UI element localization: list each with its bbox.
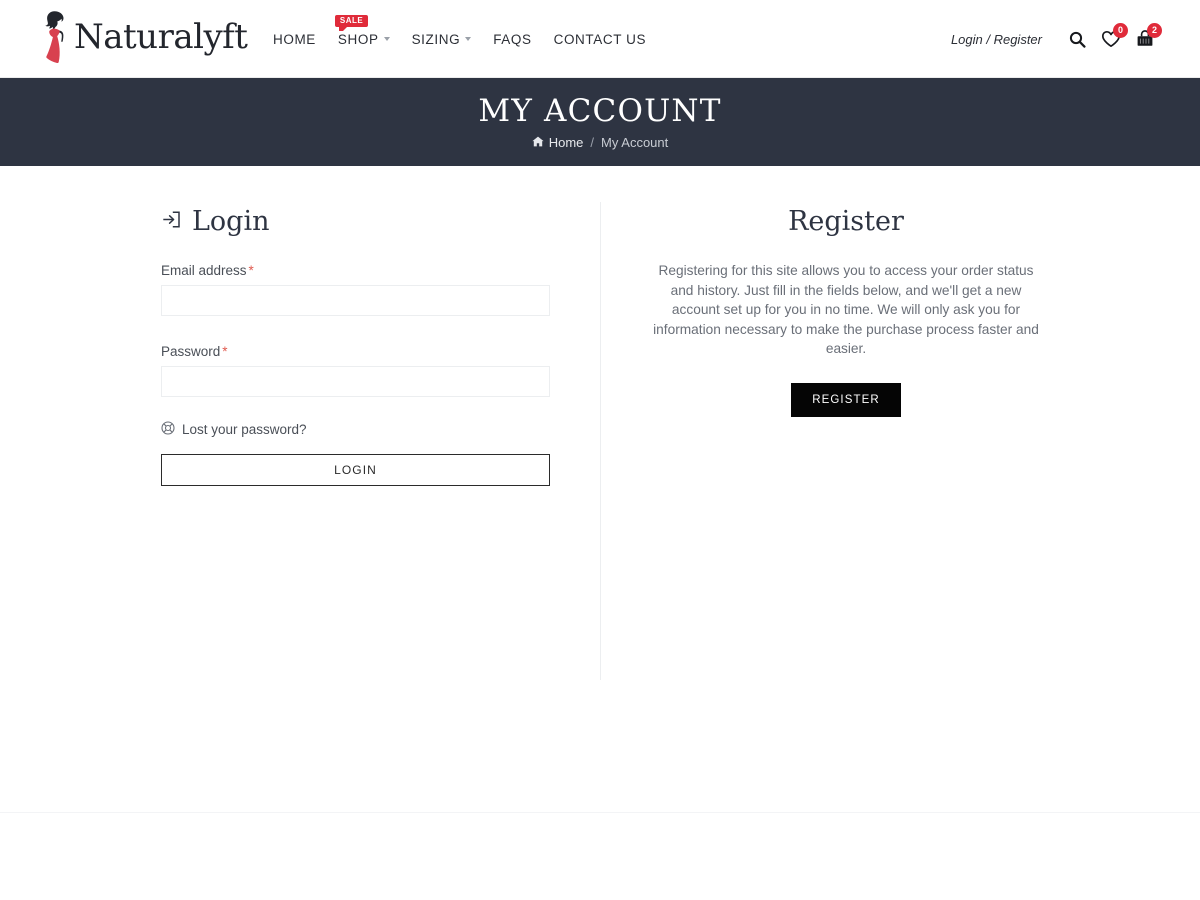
home-icon xyxy=(532,135,544,150)
cart-bag-icon[interactable]: 2 xyxy=(1128,22,1162,56)
email-input[interactable] xyxy=(161,285,550,316)
password-required-asterisk: * xyxy=(222,344,228,359)
breadcrumb: Home / My Account xyxy=(532,135,669,151)
register-submit-button[interactable]: REGISTER xyxy=(791,382,901,417)
login-heading-label: Login xyxy=(192,206,270,237)
nav-label: FAQS xyxy=(493,31,532,47)
page-title-banner: MY ACCOUNT Home / My Account xyxy=(0,78,1200,166)
login-heading: Login xyxy=(161,208,551,235)
breadcrumb-separator: / xyxy=(590,135,595,151)
register-heading: Register xyxy=(788,206,904,237)
footer-area xyxy=(0,813,1200,900)
lifebuoy-icon xyxy=(161,421,175,438)
column-divider xyxy=(600,202,601,680)
nav-label: SHOP xyxy=(337,31,379,47)
logo-wordmark: Naturalyft xyxy=(74,17,248,57)
nav-item-shop[interactable]: SALE SHOP xyxy=(327,14,401,47)
breadcrumb-current: My Account xyxy=(601,135,669,151)
password-input[interactable] xyxy=(161,366,550,397)
password-label-text: Password xyxy=(161,344,221,359)
login-column: Login Email address * Password * Lost your xyxy=(161,208,551,486)
account-content: Login Email address * Password * Lost your xyxy=(0,166,1200,812)
site-header: Naturalyft HOME SALE SHOP SIZING FAQS CO… xyxy=(0,0,1200,78)
register-column: Register Registering for this site allow… xyxy=(650,208,1042,417)
email-label: Email address * xyxy=(161,263,551,278)
sign-in-icon xyxy=(161,208,182,235)
main-navigation: HOME SALE SHOP SIZING FAQS CONTACT US xyxy=(262,0,657,78)
email-label-text: Email address xyxy=(161,263,247,278)
wishlist-heart-icon[interactable]: 0 xyxy=(1094,22,1128,56)
login-submit-button[interactable]: LOGIN xyxy=(161,454,550,486)
lost-password-link[interactable]: Lost your password? xyxy=(161,421,551,438)
register-description: Registering for this site allows you to … xyxy=(653,263,1039,356)
sale-badge: SALE xyxy=(334,14,369,31)
nav-item-home[interactable]: HOME xyxy=(262,32,327,47)
email-required-asterisk: * xyxy=(248,263,254,278)
login-register-link[interactable]: Login / Register xyxy=(951,32,1042,47)
page-title: MY ACCOUNT xyxy=(478,92,722,129)
search-icon[interactable] xyxy=(1060,22,1094,56)
nav-label: HOME xyxy=(273,31,316,47)
site-logo[interactable]: Naturalyft xyxy=(40,8,248,66)
lost-password-label: Lost your password? xyxy=(182,422,307,437)
nav-item-contact-us[interactable]: CONTACT US xyxy=(543,32,658,47)
woman-silhouette-logo-icon xyxy=(40,8,74,66)
nav-item-faqs[interactable]: FAQS xyxy=(482,32,542,47)
nav-item-sizing[interactable]: SIZING xyxy=(401,32,483,47)
breadcrumb-home-link[interactable]: Home xyxy=(532,135,584,151)
cart-count-badge: 2 xyxy=(1147,23,1162,38)
nav-label: SIZING xyxy=(411,31,461,47)
wishlist-count-badge: 0 xyxy=(1113,23,1128,38)
password-label: Password * xyxy=(161,344,551,359)
nav-label: CONTACT US xyxy=(553,31,647,47)
header-actions: Login / Register 0 2 xyxy=(951,0,1162,78)
chevron-down-icon xyxy=(383,37,390,41)
breadcrumb-home-label: Home xyxy=(548,135,584,151)
chevron-down-icon xyxy=(465,37,472,41)
